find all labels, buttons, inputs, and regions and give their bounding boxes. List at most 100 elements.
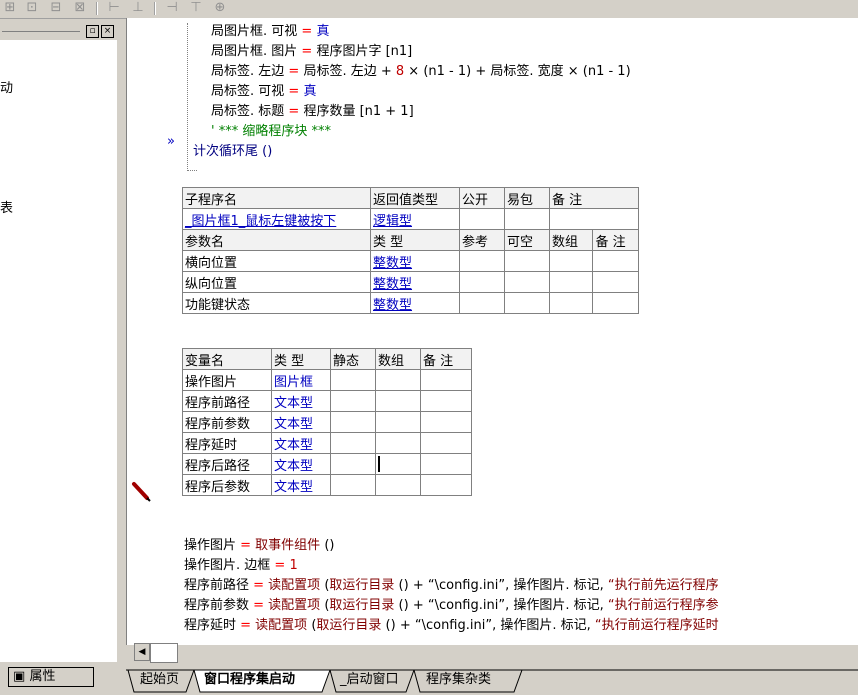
table-cell[interactable]: [504, 292, 550, 314]
variable-type[interactable]: 文本型: [271, 474, 331, 496]
variable-type[interactable]: 文本型: [271, 411, 331, 433]
code-editor[interactable]: » 局图片框. 可视 = 真局图片框. 图片 = 程序图片字 [n1] 局标签. …: [126, 18, 858, 645]
return-type[interactable]: 逻辑型: [370, 208, 460, 230]
center-form-icon[interactable]: ⊕: [210, 0, 230, 16]
table-cell[interactable]: [375, 411, 421, 433]
tab-bar: 起始页 窗口程序集启动 _启动窗口 程序集杂类: [126, 664, 858, 695]
param-name[interactable]: 纵向位置: [182, 271, 371, 293]
scroll-left-button[interactable]: ◀: [134, 643, 150, 661]
table-cell[interactable]: [375, 453, 421, 475]
vertical-spacing-icon[interactable]: ⊤: [186, 0, 206, 16]
toolbar: ⊞ ⊡ ⊟ ⊠ ⊢ ⊥ ⊣ ⊤ ⊕: [0, 0, 858, 19]
table-cell[interactable]: [459, 250, 505, 272]
table-cell[interactable]: [504, 208, 550, 230]
code-token: (): [320, 538, 335, 553]
table-header: 可空: [504, 229, 550, 251]
variable-type[interactable]: 文本型: [271, 453, 331, 475]
table-cell[interactable]: [420, 390, 472, 412]
code-line[interactable]: 局图片框. 图片 = 程序图片字 [n1]: [211, 42, 412, 62]
code-line[interactable]: 局图片框. 可视 = 真: [211, 22, 329, 42]
table-cell[interactable]: [330, 390, 376, 412]
table-row: 变量名 类 型 静态 数组 备 注: [182, 348, 472, 370]
panel-item-text[interactable]: 动: [0, 77, 13, 96]
code-line[interactable]: 计次循环尾 (): [193, 142, 272, 162]
table-cell[interactable]: [592, 292, 639, 314]
variable-table[interactable]: 变量名 类 型 静态 数组 备 注 操作图片 图片框 程序前路径 文本型 程序前参数…: [182, 348, 472, 496]
tab-startup-window[interactable]: _启动窗口: [336, 670, 403, 690]
table-cell[interactable]: [420, 369, 472, 391]
table-cell[interactable]: [504, 271, 550, 293]
horizontal-scrollbar[interactable]: [150, 643, 178, 663]
table-cell[interactable]: [420, 411, 472, 433]
table-cell[interactable]: [330, 411, 376, 433]
subroutine-name[interactable]: _图片框1_鼠标左键被按下: [182, 208, 371, 230]
variable-type[interactable]: 文本型: [271, 390, 331, 412]
code-line[interactable]: 程序延时 = 读配置项 (取运行目录 () + “\config.ini”, 操…: [184, 616, 719, 636]
table-cell[interactable]: [549, 208, 639, 230]
table-cell[interactable]: [548, 271, 594, 293]
table-cell[interactable]: [330, 453, 376, 475]
table-cell[interactable]: [459, 208, 505, 230]
code-line[interactable]: ' *** 缩略程序块 ***: [211, 122, 331, 142]
table-cell[interactable]: [330, 474, 376, 496]
param-type[interactable]: 整数型: [370, 250, 460, 272]
variable-type[interactable]: 文本型: [271, 432, 331, 454]
align-left-icon[interactable]: ⊞: [0, 0, 20, 16]
close-icon[interactable]: ×: [101, 25, 114, 38]
variable-name[interactable]: 程序前路径: [182, 390, 272, 412]
same-height-icon[interactable]: ⊥: [128, 0, 148, 16]
code-line[interactable]: 程序前参数 = 读配置项 (取运行目录 () + “\config.ini”, …: [184, 596, 719, 616]
table-cell[interactable]: [375, 474, 421, 496]
table-cell[interactable]: [375, 369, 421, 391]
table-cell[interactable]: [548, 292, 594, 314]
variable-name[interactable]: 操作图片: [182, 369, 272, 391]
code-line[interactable]: 局标签. 可视 = 真: [211, 82, 316, 102]
code-line[interactable]: 程序前路径 = 读配置项 (取运行目录 () + “\config.ini”, …: [184, 576, 719, 596]
align-center-icon[interactable]: ⊡: [22, 0, 42, 16]
panel-splitter[interactable]: [117, 22, 125, 662]
table-cell[interactable]: [504, 250, 550, 272]
tab-window-program-set[interactable]: 窗口程序集启动: [200, 670, 299, 690]
code-token: 8: [395, 64, 405, 79]
tab-misc-program-set[interactable]: 程序集杂类: [422, 670, 495, 690]
table-cell[interactable]: [420, 453, 472, 475]
properties-tab[interactable]: ▣ 属性: [8, 667, 94, 687]
table-cell[interactable]: [459, 292, 505, 314]
code-line[interactable]: 操作图片. 边框 = 1: [184, 556, 298, 576]
param-type[interactable]: 整数型: [370, 271, 460, 293]
align-top-icon[interactable]: ⊟: [46, 0, 66, 16]
text-cursor: [378, 456, 380, 472]
table-cell[interactable]: [330, 432, 376, 454]
subroutine-table[interactable]: 子程序名 返回值类型 公开 易包 备 注 _图片框1_鼠标左键被按下 逻辑型 参…: [182, 187, 639, 314]
horizontal-spacing-icon[interactable]: ⊣: [162, 0, 182, 16]
variable-name[interactable]: 程序前参数: [182, 411, 272, 433]
param-type[interactable]: 整数型: [370, 292, 460, 314]
variable-type[interactable]: 图片框: [271, 369, 331, 391]
table-header: 参数名: [182, 229, 371, 251]
variable-name[interactable]: 程序后路径: [182, 453, 272, 475]
panel-item-text[interactable]: 表: [0, 197, 13, 216]
table-cell[interactable]: [459, 271, 505, 293]
code-token: =: [274, 558, 290, 573]
tab-start-page[interactable]: 起始页: [136, 670, 183, 690]
table-cell[interactable]: [330, 369, 376, 391]
variable-name[interactable]: 程序后参数: [182, 474, 272, 496]
param-name[interactable]: 功能键状态: [182, 292, 371, 314]
table-cell[interactable]: [592, 250, 639, 272]
code-line[interactable]: 局标签. 标题 = 程序数量 [n1 + 1]: [211, 102, 414, 122]
same-width-icon[interactable]: ⊢: [104, 0, 124, 16]
code-token: 计次循环尾 (): [193, 144, 273, 159]
code-line[interactable]: 操作图片 = 取事件组件 (): [184, 536, 334, 556]
variable-name[interactable]: 程序延时: [182, 432, 272, 454]
table-cell[interactable]: [375, 432, 421, 454]
restore-icon[interactable]: ▫: [86, 25, 99, 38]
table-cell[interactable]: [420, 432, 472, 454]
table-cell[interactable]: [548, 250, 594, 272]
toolbar-separator: [96, 2, 98, 15]
align-right-icon[interactable]: ⊠: [70, 0, 90, 16]
table-cell[interactable]: [375, 390, 421, 412]
table-cell[interactable]: [420, 474, 472, 496]
code-line[interactable]: 局标签. 左边 = 局标签. 左边 + 8 × (n1 - 1) + 局标签. …: [211, 62, 631, 82]
table-cell[interactable]: [592, 271, 639, 293]
param-name[interactable]: 横向位置: [182, 250, 371, 272]
